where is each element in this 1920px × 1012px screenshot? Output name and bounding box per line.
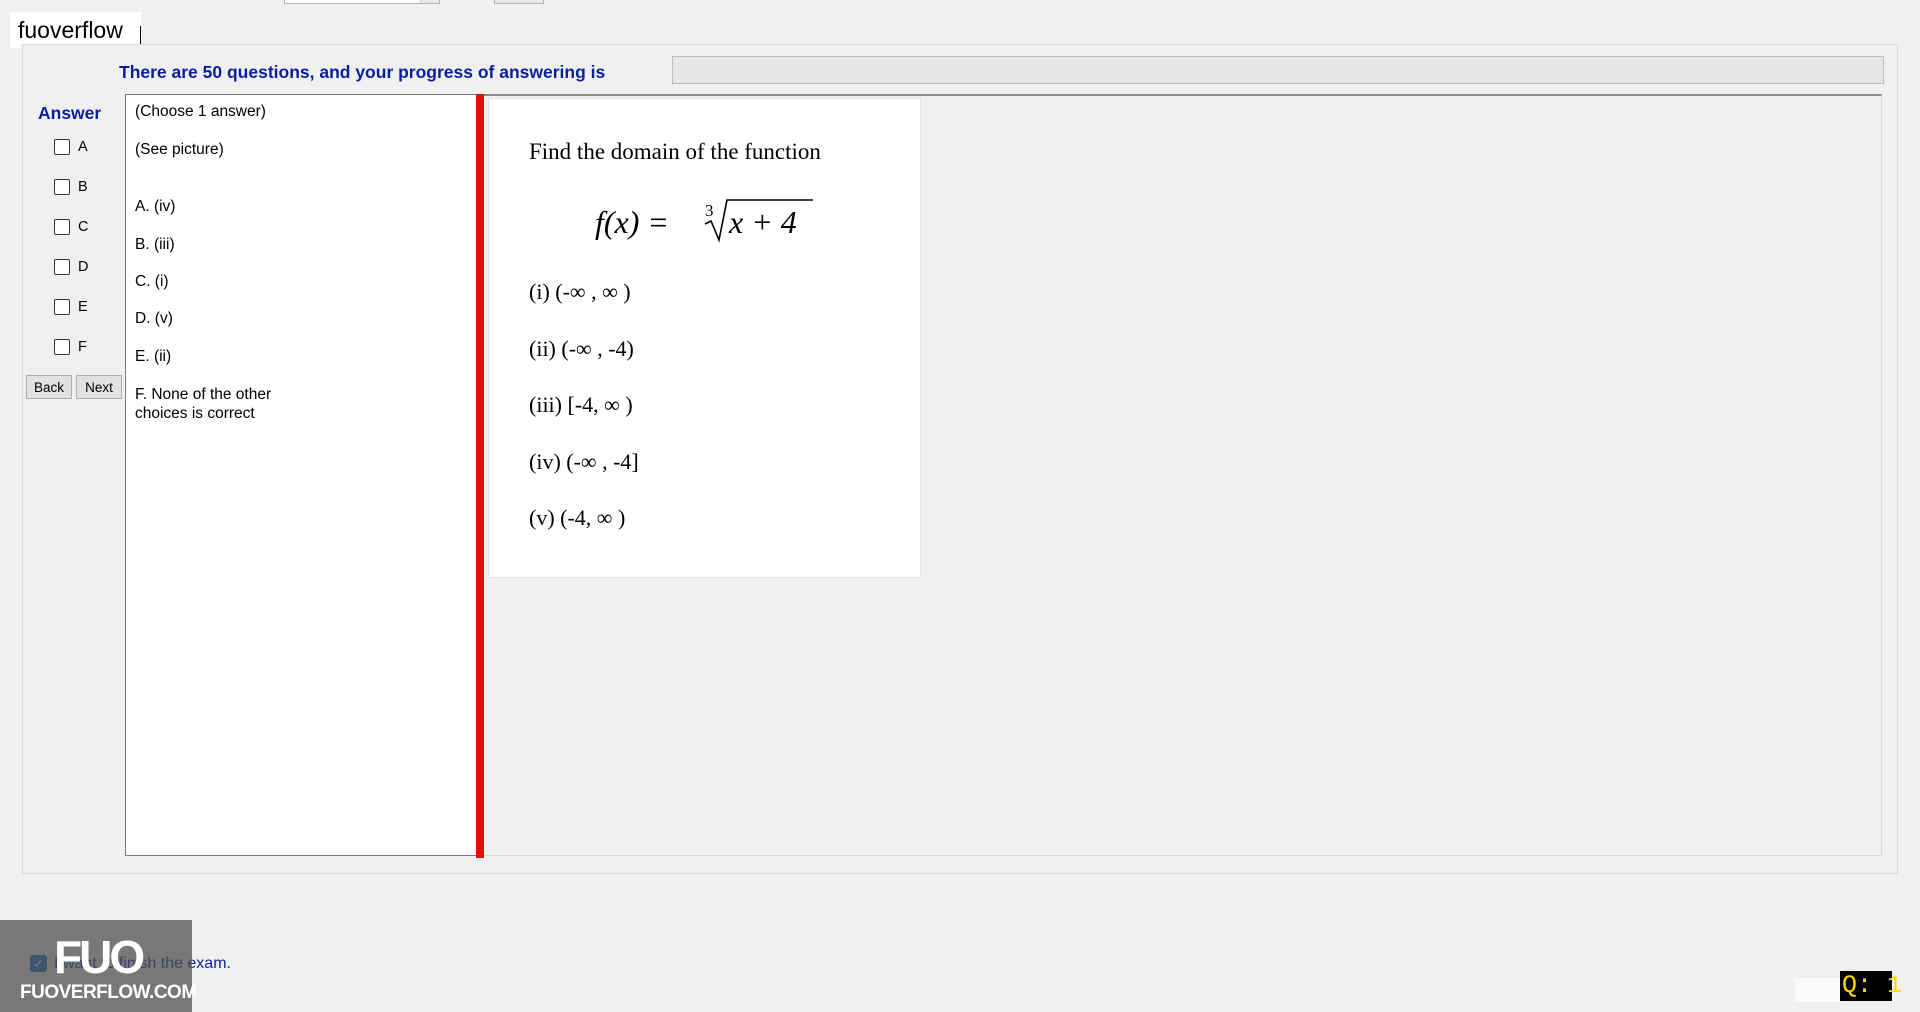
progress-label: There are 50 questions, and your progres…	[119, 62, 606, 82]
option-label: E	[78, 299, 88, 315]
question-choice-iii: (iii) [-4, ∞ )	[529, 392, 633, 417]
choice-e-text: E. (ii)	[135, 348, 172, 365]
back-button[interactable]: Back	[26, 375, 72, 399]
option-label: B	[78, 179, 88, 195]
answer-choices-panel[interactable]: (Choose 1 answer) (See picture) A. (iv) …	[125, 94, 478, 856]
choice-b-text: B. (iii)	[135, 236, 175, 253]
choice-f-text-line1: F. None of the other	[135, 386, 272, 403]
option-label: A	[78, 139, 88, 155]
option-label: C	[78, 219, 89, 235]
option-e-checkbox[interactable]: E	[54, 297, 88, 317]
checkbox-icon[interactable]	[54, 179, 70, 195]
checkbox-icon[interactable]	[54, 219, 70, 235]
question-prompt: Find the domain of the function	[529, 139, 821, 164]
question-picture: Find the domain of the function f(x) = 3…	[488, 98, 921, 578]
checkbox-icon[interactable]	[54, 139, 70, 155]
function-formula: f(x) = 3 x + 4	[595, 199, 813, 243]
option-a-checkbox[interactable]: A	[54, 137, 88, 157]
exam-window: fuoverflow There are 50 questions, and y…	[0, 0, 1920, 1012]
choice-d-text: D. (v)	[135, 310, 173, 327]
choice-f-text-line2: choices is correct	[135, 405, 255, 422]
option-label: D	[78, 259, 89, 275]
question-choice-iv: (iv) (-∞ , -4]	[529, 449, 639, 474]
option-f-checkbox[interactable]: F	[54, 337, 87, 357]
checkbox-icon[interactable]	[54, 259, 70, 275]
option-b-checkbox[interactable]: B	[54, 177, 88, 197]
watermark-site: FUOVERFLOW.COM	[20, 982, 197, 1003]
question-choice-ii: (ii) (-∞ , -4)	[529, 336, 634, 361]
formula-radicand: x + 4	[728, 204, 797, 240]
choice-a-text: A. (iv)	[135, 198, 176, 215]
option-c-checkbox[interactable]: C	[54, 217, 88, 237]
watermark-letters: FUO	[54, 931, 145, 983]
option-d-checkbox[interactable]: D	[54, 257, 88, 277]
choice-c-text: C. (i)	[135, 273, 169, 290]
option-label: F	[78, 339, 87, 355]
top-combobox[interactable]	[284, 0, 440, 4]
progress-bar	[672, 56, 1884, 84]
formula-lhs: f(x) =	[595, 204, 669, 240]
see-picture-text: (See picture)	[135, 141, 224, 158]
text-cursor	[140, 26, 141, 44]
question-choice-i: (i) (-∞ , ∞ )	[529, 279, 631, 304]
brand-label: fuoverflow	[10, 12, 141, 48]
formula-root-index: 3	[705, 201, 714, 220]
badge-backdrop	[1794, 978, 1842, 1002]
answer-title: Answer	[38, 103, 102, 123]
instruction-text: (Choose 1 answer)	[135, 103, 266, 120]
next-button[interactable]: Next	[76, 375, 122, 399]
checkbox-icon[interactable]	[54, 339, 70, 355]
question-choice-v: (v) (-4, ∞ )	[529, 505, 626, 530]
checkbox-icon[interactable]	[54, 299, 70, 315]
top-button[interactable]	[494, 0, 544, 4]
question-number-badge: Q: 1	[1840, 971, 1903, 1001]
panel-splitter[interactable]	[476, 94, 484, 858]
